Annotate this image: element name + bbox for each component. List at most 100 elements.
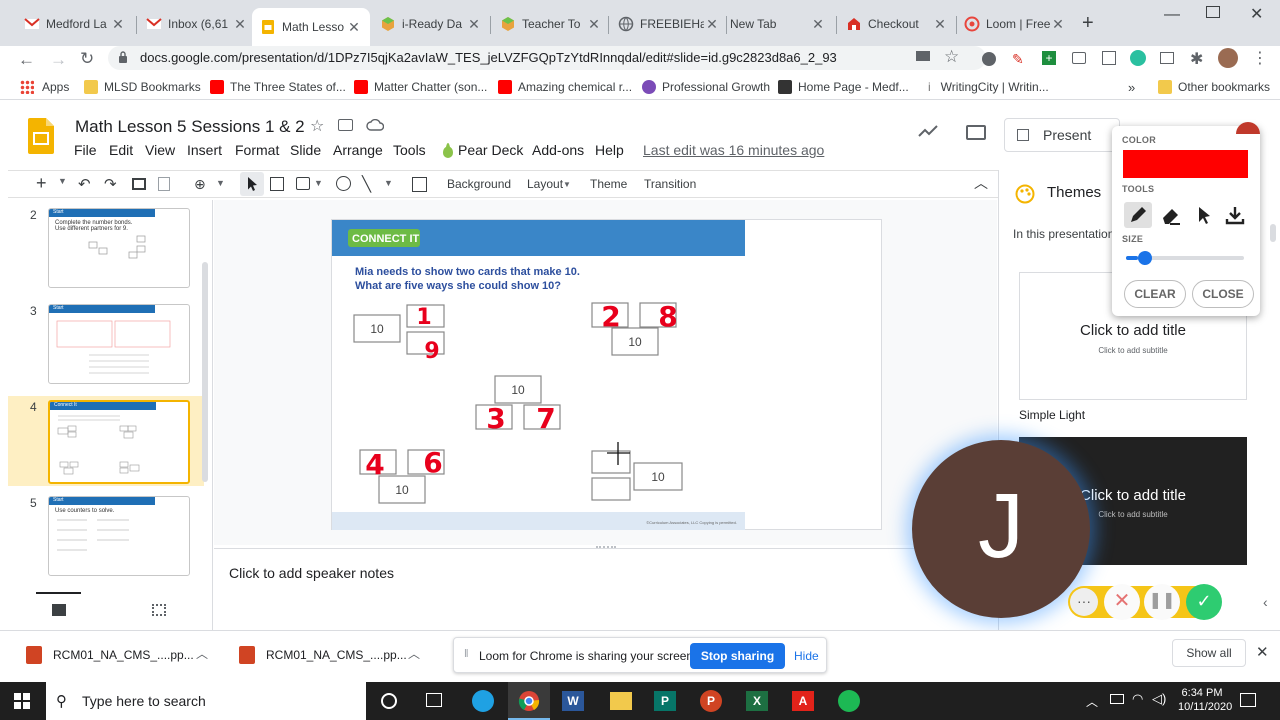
collapse-toolbar-icon[interactable]: ︿ xyxy=(974,173,988,193)
show-all-button[interactable]: Show all xyxy=(1172,639,1246,667)
grid-extension-icon[interactable] xyxy=(1102,51,1116,65)
acrobat-icon[interactable]: A xyxy=(792,691,814,711)
tab-new-tab[interactable]: New Tab ✕ xyxy=(722,8,834,40)
comments-icon[interactable] xyxy=(966,125,986,140)
address-bar[interactable]: docs.google.com/presentation/d/1DPz7I5qj… xyxy=(108,46,986,70)
grid-view-icon[interactable] xyxy=(152,604,166,616)
finish-recording-icon[interactable]: ✓ xyxy=(1186,584,1222,620)
line-icon[interactable]: ╲ xyxy=(362,175,371,193)
slide-thumbnail-2[interactable]: Start Complete the number bonds. Use dif… xyxy=(48,208,190,288)
bookmark-professional-growth[interactable]: Professional Growth xyxy=(642,80,770,94)
tab-checkout[interactable]: Checkout ✕ xyxy=(838,8,956,40)
publisher-icon[interactable]: P xyxy=(654,691,676,711)
screenshot-extension-icon[interactable] xyxy=(1072,52,1086,64)
minimize-button[interactable]: — xyxy=(1164,6,1180,24)
close-tab-icon[interactable]: ✕ xyxy=(466,16,482,33)
camera-blocked-icon[interactable] xyxy=(916,51,930,61)
menu-kebab-icon[interactable]: ⋮ xyxy=(1252,48,1268,68)
reading-list-icon[interactable] xyxy=(1160,52,1174,64)
tab-math-lesson[interactable]: Math Lesso ✕ xyxy=(252,8,370,46)
chevron-up-icon[interactable]: ︿ xyxy=(408,645,420,662)
thumbnail-scrollbar[interactable] xyxy=(202,262,208,482)
volume-icon[interactable]: ◁) xyxy=(1152,691,1166,707)
close-tab-icon[interactable]: ✕ xyxy=(346,19,362,36)
show-hidden-icons[interactable]: ︿ xyxy=(1086,693,1098,710)
image-icon[interactable] xyxy=(296,177,310,190)
eraser-icon[interactable] xyxy=(1160,204,1182,226)
tab-freebie[interactable]: FREEBIEHa ✕ xyxy=(610,8,728,40)
wifi-icon[interactable]: ◠ xyxy=(1132,691,1143,707)
menu-arrange[interactable]: Arrange xyxy=(333,142,383,158)
close-tab-icon[interactable]: ✕ xyxy=(704,16,720,33)
hide-button[interactable]: Hide xyxy=(794,649,819,663)
maximize-button[interactable] xyxy=(1206,6,1220,18)
themes-scrollbar[interactable] xyxy=(1270,224,1276,242)
menu-file[interactable]: File xyxy=(74,142,97,158)
shape-icon[interactable] xyxy=(336,176,351,191)
close-tab-icon[interactable]: ✕ xyxy=(810,16,826,33)
new-tab-button[interactable]: + xyxy=(1082,12,1094,35)
size-slider[interactable] xyxy=(1126,251,1244,265)
chevron-down-icon[interactable]: ▼ xyxy=(216,178,225,188)
bookmark-three-states[interactable]: The Three States of... xyxy=(210,80,346,94)
puzzle-icon[interactable]: ✱ xyxy=(1190,49,1203,69)
star-doc-icon[interactable]: ☆ xyxy=(310,116,324,136)
slide-thumbnail-3[interactable]: Start xyxy=(48,304,190,384)
paint-format-icon[interactable] xyxy=(158,177,170,191)
chrome-taskbar-item[interactable] xyxy=(508,682,550,720)
task-view-icon[interactable] xyxy=(426,693,442,707)
close-tab-icon[interactable]: ✕ xyxy=(232,16,248,33)
theme-button[interactable]: Theme xyxy=(590,177,627,191)
grammarly-icon[interactable] xyxy=(1130,50,1146,66)
tab-iready[interactable]: i-Ready Da ✕ xyxy=(372,8,490,40)
close-tab-icon[interactable]: ✕ xyxy=(932,16,948,33)
pen-extension-icon[interactable]: ✎ xyxy=(1012,51,1024,68)
chevron-left-icon[interactable]: ‹ xyxy=(1263,594,1268,610)
pen-tool[interactable] xyxy=(1124,202,1152,228)
select-tool[interactable] xyxy=(240,172,264,196)
size-slider-knob[interactable] xyxy=(1138,251,1152,265)
pointer-icon[interactable] xyxy=(1194,204,1214,226)
bookmarks-overflow[interactable]: » xyxy=(1128,80,1135,95)
slide-thumbnail-5[interactable]: Start Use counters to solve. xyxy=(48,496,190,576)
cancel-recording-icon[interactable]: ✕ xyxy=(1104,584,1140,620)
loom-camera-bubble[interactable]: J xyxy=(912,440,1090,618)
new-slide-icon[interactable]: + xyxy=(36,173,47,194)
close-tab-icon[interactable]: ✕ xyxy=(586,16,602,33)
bookmark-other[interactable]: Other bookmarks xyxy=(1158,80,1270,94)
filmstrip-view-icon[interactable] xyxy=(52,604,66,616)
chevron-down-icon[interactable]: ▼ xyxy=(58,176,67,186)
layout-button[interactable]: Layout xyxy=(527,177,563,191)
profile-avatar[interactable] xyxy=(1218,48,1238,68)
reload-icon[interactable]: ↻ xyxy=(80,49,94,69)
chevron-up-icon[interactable]: ︿ xyxy=(196,645,208,662)
menu-slide[interactable]: Slide xyxy=(290,142,321,158)
back-icon[interactable]: ← xyxy=(18,50,35,70)
background-button[interactable]: Background xyxy=(447,177,511,191)
close-download-bar-icon[interactable]: ✕ xyxy=(1256,643,1269,661)
stop-sharing-button[interactable]: Stop sharing xyxy=(690,643,785,669)
plus-extension-icon[interactable]: + xyxy=(1042,51,1056,65)
zoom-icon[interactable]: ⊕ xyxy=(194,176,206,193)
taskbar-clock[interactable]: 6:34 PM 10/11/2020 xyxy=(1178,686,1232,714)
bookmark-mlsd[interactable]: MLSD Bookmarks xyxy=(84,80,201,94)
bookmark-matter-chatter[interactable]: Matter Chatter (son... xyxy=(354,80,487,94)
menu-tools[interactable]: Tools xyxy=(393,142,426,158)
last-edit-link[interactable]: Last edit was 16 minutes ago xyxy=(643,142,824,158)
tab-medford[interactable]: Medford La ✕ xyxy=(16,8,134,40)
undo-icon[interactable]: ↶ xyxy=(78,175,91,193)
pause-recording-icon[interactable]: ❚❚ xyxy=(1144,584,1180,620)
edge-icon[interactable] xyxy=(472,690,494,712)
word-icon[interactable]: W xyxy=(562,691,584,711)
bookmark-apps[interactable]: Apps xyxy=(20,80,69,94)
chevron-down-icon[interactable]: ▼ xyxy=(563,180,571,189)
cortana-icon[interactable] xyxy=(381,693,397,709)
notifications-icon[interactable] xyxy=(1240,693,1256,707)
slide-canvas[interactable]: CONNECT IT Mia needs to show two cards t… xyxy=(331,219,882,530)
taskbar-search-box[interactable]: ⚲ Type here to search xyxy=(46,682,366,720)
extension-icon[interactable] xyxy=(982,52,996,66)
download-icon[interactable] xyxy=(1224,204,1246,226)
text-box-icon[interactable] xyxy=(270,177,284,191)
network-icon[interactable] xyxy=(1110,694,1124,704)
bookmark-home-page[interactable]: Home Page - Medf... xyxy=(778,80,909,94)
